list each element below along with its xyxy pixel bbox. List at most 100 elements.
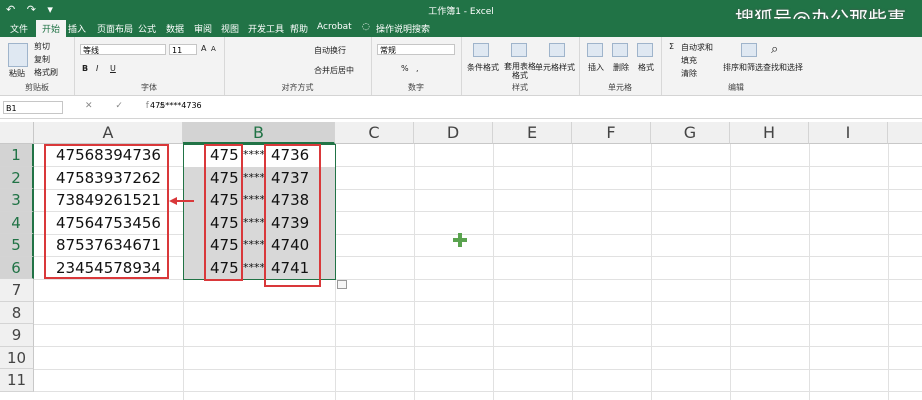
spreadsheet-grid[interactable]: A B C D E F G H I 1 2 3 4 5 6 7 8 9 10 1… — [0, 122, 922, 400]
underline-button[interactable]: U — [110, 64, 116, 73]
group-label-cells: 单元格 — [608, 83, 632, 92]
format-painter-button[interactable]: 格式刷 — [34, 67, 58, 78]
gridline — [414, 144, 415, 400]
search-icon: ⌕ — [771, 42, 779, 57]
insert-cells-icon — [587, 43, 603, 57]
gridline — [493, 144, 494, 400]
tab-review[interactable]: 审阅 — [194, 22, 212, 35]
column-header-a[interactable]: A — [34, 122, 183, 144]
font-name-select[interactable]: 等线 — [80, 44, 166, 55]
cell-styles-icon — [549, 43, 565, 57]
fill-button[interactable]: 填充 — [681, 55, 697, 66]
row-header-7[interactable]: 7 — [0, 279, 34, 302]
tab-data[interactable]: 数据 — [166, 22, 184, 35]
autosum-button[interactable]: 自动求和 — [681, 42, 713, 53]
sort-filter-button[interactable]: 排序和筛选 — [723, 62, 763, 73]
delete-cells-button[interactable]: 删除 — [613, 62, 629, 73]
column-header-f[interactable]: F — [572, 122, 651, 144]
gridline — [34, 323, 922, 325]
paste-button[interactable]: 粘贴 — [9, 68, 25, 79]
row-header-6[interactable]: 6 — [0, 256, 34, 279]
delete-cells-icon — [612, 43, 628, 57]
name-box[interactable]: B1 — [3, 101, 63, 114]
gridline — [34, 391, 922, 392]
gridline — [34, 301, 922, 302]
ribbon: 粘贴 剪切 复制 格式刷 剪贴板 等线 11 A A B I U 字体 自动换行… — [0, 37, 922, 96]
group-clipboard: 粘贴 剪切 复制 格式刷 剪贴板 — [0, 37, 75, 95]
row-header-8[interactable]: 8 — [0, 301, 34, 324]
tab-insert[interactable]: 插入 — [68, 22, 86, 35]
row-header-11[interactable]: 11 — [0, 369, 34, 392]
row-header-9[interactable]: 9 — [0, 324, 34, 347]
font-size-select[interactable]: 11 — [169, 44, 197, 55]
column-header-g[interactable]: G — [651, 122, 730, 144]
autosum-sigma-icon: Σ — [669, 42, 675, 51]
cut-button[interactable]: 剪切 — [34, 41, 50, 52]
conditional-format-icon — [473, 43, 489, 57]
row-header-1[interactable]: 1 — [0, 144, 34, 167]
group-label-font: 字体 — [141, 83, 157, 92]
column-header-b[interactable]: B — [183, 122, 335, 144]
quick-analysis-icon[interactable] — [337, 280, 347, 289]
row-header-2[interactable]: 2 — [0, 166, 34, 189]
ribbon-tabs: 文件 开始 插入 页面布局 公式 数据 审阅 视图 开发工具 帮助 Acroba… — [0, 19, 922, 37]
comma-button[interactable]: , — [416, 64, 419, 73]
gridline — [34, 346, 922, 347]
formula-bar: B1 ✕ ✓ fx 475****4736 — [0, 96, 922, 119]
select-all-corner[interactable] — [0, 122, 34, 144]
paste-icon[interactable] — [8, 43, 28, 67]
merge-center-button[interactable]: 合并后居中 — [314, 65, 354, 76]
copy-button[interactable]: 复制 — [34, 54, 50, 65]
group-styles: 条件格式 套用表格格式 单元格样式 样式 — [461, 37, 580, 95]
tell-me-search[interactable]: 操作说明搜索 — [376, 22, 430, 35]
tab-page-layout[interactable]: 页面布局 — [97, 22, 133, 35]
lightbulb-icon: ◌ — [362, 22, 370, 32]
tab-file[interactable]: 文件 — [10, 22, 28, 35]
insert-cells-button[interactable]: 插入 — [588, 62, 604, 73]
italic-button[interactable]: I — [96, 64, 98, 73]
row-header-4[interactable]: 4 — [0, 211, 34, 234]
row-header-3[interactable]: 3 — [0, 189, 34, 212]
gridline — [809, 144, 810, 400]
find-select-button[interactable]: 查找和选择 — [763, 62, 803, 73]
gridline — [572, 144, 573, 400]
row-header-5[interactable]: 5 — [0, 234, 34, 257]
bold-button[interactable]: B — [82, 64, 88, 73]
column-header-h[interactable]: H — [730, 122, 809, 144]
column-header-d[interactable]: D — [414, 122, 493, 144]
cell-styles-button[interactable]: 单元格样式 — [535, 62, 575, 73]
tab-home[interactable]: 开始 — [36, 20, 67, 37]
shrink-font-button[interactable]: A — [211, 45, 216, 53]
tab-acrobat[interactable]: Acrobat — [317, 22, 352, 32]
column-header-j[interactable] — [888, 122, 922, 144]
arrow-left-icon — [169, 197, 194, 205]
tab-formulas[interactable]: 公式 — [138, 22, 156, 35]
format-cells-icon — [637, 43, 653, 57]
format-cells-button[interactable]: 格式 — [638, 62, 654, 73]
column-header-c[interactable]: C — [335, 122, 414, 144]
format-table-icon — [511, 43, 527, 57]
sort-filter-icon — [741, 43, 757, 57]
row-header-10[interactable]: 10 — [0, 346, 34, 369]
group-number: 常规 % , 数字 — [371, 37, 462, 95]
gridline — [888, 144, 889, 400]
group-cells: 插入 删除 格式 单元格 — [579, 37, 662, 95]
clear-button[interactable]: 清除 — [681, 68, 697, 79]
group-label-alignment: 对齐方式 — [281, 83, 314, 92]
column-header-i[interactable]: I — [809, 122, 888, 144]
conditional-format-button[interactable]: 条件格式 — [467, 62, 499, 73]
grow-font-button[interactable]: A — [201, 44, 206, 53]
group-label-editing: 编辑 — [728, 83, 744, 92]
gridline — [34, 368, 922, 370]
number-format-select[interactable]: 常规 — [377, 44, 455, 55]
tab-developer[interactable]: 开发工具 — [248, 22, 284, 35]
wrap-text-button[interactable]: 自动换行 — [314, 45, 346, 56]
column-header-e[interactable]: E — [493, 122, 572, 144]
percent-button[interactable]: % — [401, 64, 409, 73]
group-label-clipboard: 剪贴板 — [25, 83, 49, 92]
group-editing: Σ 自动求和 填充 清除 排序和筛选 ⌕ 查找和选择 编辑 — [661, 37, 811, 95]
tab-help[interactable]: 帮助 — [290, 22, 308, 35]
tab-view[interactable]: 视图 — [221, 22, 239, 35]
format-as-table-button[interactable]: 套用表格格式 — [503, 62, 537, 80]
formula-input[interactable]: 475****4736 — [150, 101, 202, 110]
